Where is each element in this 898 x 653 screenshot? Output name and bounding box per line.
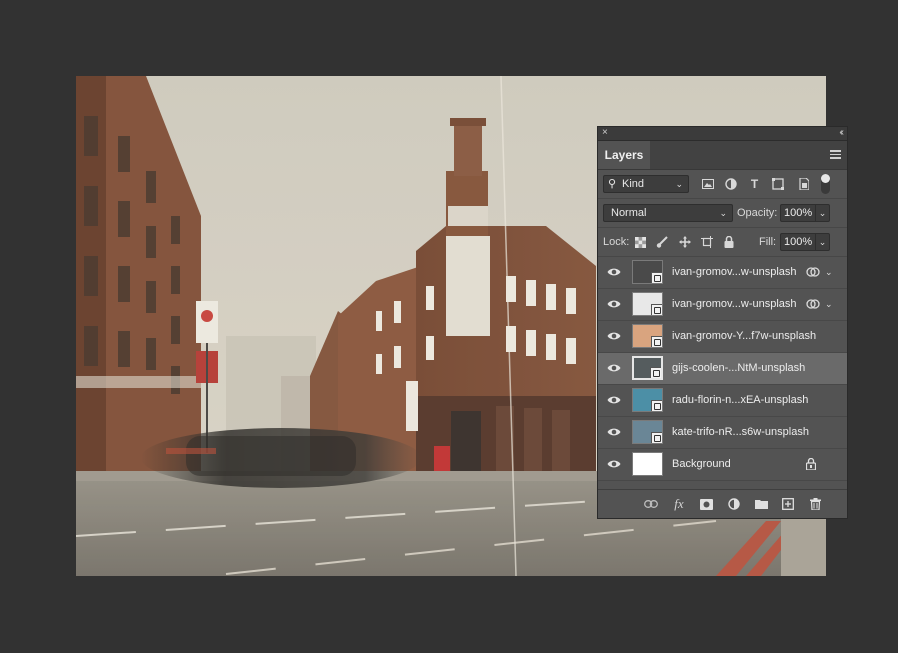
layer-name: radu-florin-n...xEA-unsplash [672, 394, 809, 406]
search-icon: ⚲ [608, 178, 617, 190]
collapse-panel-button[interactable]: ‹‹ [839, 126, 843, 139]
layer-row[interactable]: ivan-gromov...w-unsplash ⌄ [598, 289, 847, 321]
fill-slider-toggle[interactable]: ⌄ [816, 233, 830, 251]
layer-row[interactable]: gijs-coolen-...NtM-unsplash [598, 353, 847, 385]
panel-footer: fx [598, 489, 847, 518]
visibility-eye-icon[interactable] [607, 298, 621, 310]
expand-effects-chevron-icon[interactable]: ⌄ [825, 289, 833, 320]
blend-mode-dropdown[interactable]: Normal ⌄ [603, 204, 733, 222]
lock-label: Lock: [603, 236, 630, 248]
filter-row: ⚲ Kind ⌄ T [598, 170, 847, 199]
expand-effects-chevron-icon[interactable]: ⌄ [825, 257, 833, 288]
layer-list: ivan-gromov...w-unsplash ⌄ ivan-gromov...w… [598, 257, 847, 481]
layer-thumbnail [632, 452, 663, 476]
opacity-slider-toggle[interactable]: ⌄ [816, 204, 830, 222]
new-layer-icon[interactable] [780, 496, 796, 512]
shape-filter-icon[interactable] [769, 175, 786, 193]
linked-layer-icon [806, 266, 820, 278]
group-folder-icon[interactable] [753, 496, 769, 512]
fill-label: Fill: [759, 236, 777, 248]
layer-thumbnail [632, 324, 663, 348]
layer-thumbnail [632, 292, 663, 316]
layer-thumbnail [632, 356, 663, 380]
visibility-eye-icon[interactable] [607, 458, 621, 470]
layers-panel: × ‹‹ Layers ⚲ Kind ⌄ T Normal ⌄ Opacity:… [597, 126, 848, 519]
chevron-down-icon: ⌄ [675, 179, 683, 189]
layer-row[interactable]: ivan-gromov...w-unsplash ⌄ [598, 257, 847, 289]
smart-object-filter-icon[interactable] [795, 175, 812, 193]
fx-icon[interactable]: fx [671, 496, 687, 512]
blend-row: Normal ⌄ Opacity: 100% ⌄ [598, 199, 847, 228]
lock-position-icon[interactable] [677, 233, 693, 251]
smart-object-badge-icon [651, 400, 662, 411]
smart-object-badge-icon [651, 432, 662, 443]
chevron-down-icon: ⌄ [719, 208, 727, 218]
layer-row[interactable]: ivan-gromov-Y...f7w-unsplash [598, 321, 847, 353]
mask-icon[interactable] [698, 496, 714, 512]
layer-name: Background [672, 458, 731, 470]
layer-name: kate-trifo-nR...s6w-unsplash [672, 426, 809, 438]
visibility-eye-icon[interactable] [607, 362, 621, 374]
lock-all-icon[interactable] [721, 233, 737, 251]
smart-object-badge-icon [651, 304, 662, 315]
visibility-eye-icon[interactable] [607, 266, 621, 278]
panel-tab-bar: Layers [598, 141, 847, 170]
layer-thumbnail [632, 420, 663, 444]
lock-transparent-pixels-icon[interactable] [632, 233, 648, 251]
panel-title-bar: × ‹‹ [598, 127, 847, 141]
visibility-eye-icon[interactable] [607, 426, 621, 438]
layer-name: ivan-gromov...w-unsplash [672, 266, 797, 278]
adjustment-filter-icon[interactable] [722, 175, 739, 193]
layer-thumbnail [632, 388, 663, 412]
smart-object-badge-icon [650, 367, 661, 378]
visibility-eye-icon[interactable] [607, 394, 621, 406]
filter-toggle-switch[interactable] [821, 174, 830, 194]
blend-mode-value: Normal [611, 207, 647, 219]
linked-layer-icon [806, 298, 820, 310]
visibility-eye-icon[interactable] [607, 330, 621, 342]
type-filter-icon[interactable]: T [746, 175, 763, 193]
lock-row: Lock: Fill: 100% ⌄ [598, 228, 847, 257]
opacity-label: Opacity: [737, 207, 778, 219]
kind-filter-dropdown[interactable]: ⚲ Kind ⌄ [603, 175, 689, 193]
image-filter-icon[interactable] [699, 175, 716, 193]
layer-row[interactable]: kate-trifo-nR...s6w-unsplash [598, 417, 847, 449]
kind-filter-label: Kind [622, 178, 645, 190]
layer-name: ivan-gromov...w-unsplash [672, 298, 797, 310]
smart-object-badge-icon [651, 336, 662, 347]
layer-name: gijs-coolen-...NtM-unsplash [672, 362, 806, 374]
layer-row[interactable]: Background [598, 449, 847, 481]
lock-artboard-icon[interactable] [699, 233, 715, 251]
lock-image-pixels-icon[interactable] [654, 233, 670, 251]
tab-layers[interactable]: Layers [598, 141, 650, 169]
panel-menu-icon[interactable] [830, 150, 841, 159]
adjustment-layer-icon[interactable] [726, 496, 742, 512]
layer-thumbnail [632, 260, 663, 284]
close-panel-button[interactable]: × [602, 126, 608, 139]
opacity-input[interactable]: 100% [780, 204, 816, 222]
fill-input[interactable]: 100% [780, 233, 816, 251]
trash-icon[interactable] [807, 496, 823, 512]
link-layers-icon[interactable] [643, 496, 659, 512]
layer-lock-icon [805, 457, 817, 473]
layer-name: ivan-gromov-Y...f7w-unsplash [672, 330, 817, 342]
layer-row[interactable]: radu-florin-n...xEA-unsplash [598, 385, 847, 417]
smart-object-badge-icon [651, 272, 662, 283]
